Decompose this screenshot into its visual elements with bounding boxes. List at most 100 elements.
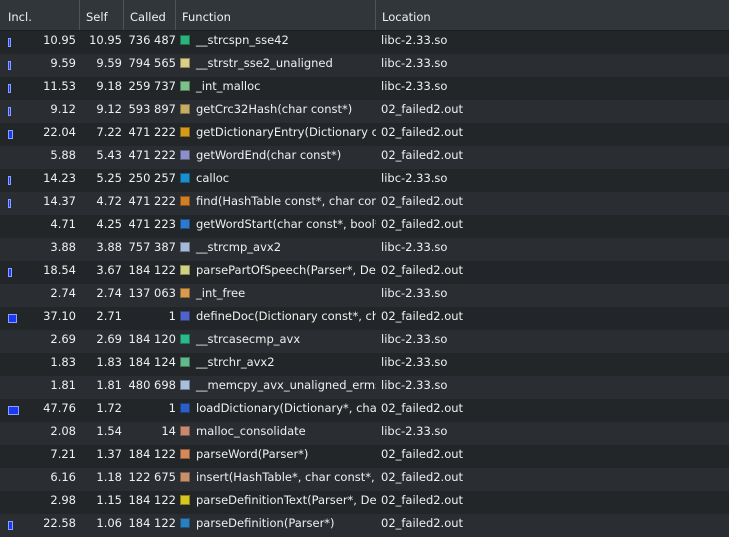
header-incl[interactable]: Incl. (0, 0, 80, 30)
location-cell: libc-2.33.so (381, 424, 448, 438)
header-self[interactable]: Self (80, 0, 124, 30)
cost-color-swatch (180, 495, 190, 505)
table-row[interactable]: 2.74 2.74 137 063 _int_free libc-2.33.so (0, 284, 729, 307)
incl-value: 22.58 (43, 516, 76, 530)
column-header: Incl. Self Called Function Location (0, 0, 729, 31)
table-row[interactable]: 4.71 4.25 471 223 getWordStart(char const*,… (0, 215, 729, 238)
cost-color-swatch (180, 58, 190, 68)
called-value: 184 122 (128, 493, 176, 507)
incl-value: 5.88 (50, 148, 76, 162)
inclusive-cost-bar (8, 314, 17, 323)
inclusive-cost-bar (8, 268, 12, 277)
self-value: 1.37 (96, 447, 122, 461)
called-value: 736 487 (128, 33, 176, 47)
incl-value: 10.95 (43, 33, 76, 47)
called-cell: 184 122 (124, 261, 177, 284)
table-row[interactable]: 2.69 2.69 184 120 __strcasecmp_avx libc-2.33… (0, 330, 729, 353)
table-row[interactable]: 14.23 5.25 250 257 calloc libc-2.33.so (0, 169, 729, 192)
table-row[interactable]: 7.21 1.37 184 122 parseWord(Parser*) 02_fail… (0, 445, 729, 468)
function-name: getWordStart(char const*, bool*) (196, 217, 376, 231)
cost-color-swatch (180, 127, 190, 137)
table-row[interactable]: 11.53 9.18 259 737 _int_malloc libc-2.33.so (0, 77, 729, 100)
self-value: 2.74 (96, 286, 122, 300)
cost-color-swatch (180, 311, 190, 321)
location-cell: 02_failed2.out (381, 470, 464, 484)
table-row[interactable]: 1.81 1.81 480 698 __memcpy_avx_unaligned_er… (0, 376, 729, 399)
self-value: 1.83 (96, 355, 122, 369)
cost-color-swatch (180, 288, 190, 298)
self-cell: 7.22 (80, 123, 124, 146)
table-row[interactable]: 18.54 3.67 184 122 parsePartOfSpeech(Parser… (0, 261, 729, 284)
table-row[interactable]: 5.88 5.43 471 222 getWordEnd(char const*) 02… (0, 146, 729, 169)
table-row[interactable]: 9.59 9.59 794 565 __strstr_sse2_unaligned li… (0, 54, 729, 77)
incl-cell: 2.98 (0, 491, 80, 514)
called-value: 471 223 (128, 217, 176, 231)
inclusive-cost-bar (8, 84, 11, 93)
function-name: loadDictionary(Dictionary*, cha… (196, 401, 376, 415)
function-name: getDictionaryEntry(Dictionary c… (196, 125, 376, 139)
called-cell: 184 122 (124, 491, 177, 514)
table-row[interactable]: 10.95 10.95 736 487 __strcspn_sse42 libc-2.3… (0, 31, 729, 54)
self-value: 9.18 (96, 79, 122, 93)
incl-cell: 1.81 (0, 376, 80, 399)
self-cell: 10.95 (80, 31, 124, 54)
self-value: 3.67 (96, 263, 122, 277)
function-name: __memcpy_avx_unaligned_erms (196, 378, 376, 392)
called-value: 471 222 (128, 194, 176, 208)
table-row[interactable]: 47.76 1.72 1 loadDictionary(Dictionary*, ch… (0, 399, 729, 422)
incl-value: 3.88 (50, 240, 76, 254)
self-value: 1.18 (96, 470, 122, 484)
called-cell: 471 222 (124, 146, 177, 169)
cost-color-swatch (180, 472, 190, 482)
table-row[interactable]: 1.83 1.83 184 124 __strchr_avx2 libc-2.33.so (0, 353, 729, 376)
cost-color-swatch (180, 196, 190, 206)
location-cell: 02_failed2.out (381, 516, 464, 530)
function-cell: __strcasecmp_avx (180, 330, 376, 353)
function-cell: __strcspn_sse42 (180, 31, 376, 54)
incl-value: 1.83 (50, 355, 76, 369)
table-row[interactable]: 14.37 4.72 471 222 find(HashTable const*, c… (0, 192, 729, 215)
location-cell: 02_failed2.out (381, 217, 464, 231)
header-location[interactable]: Location (376, 0, 729, 30)
incl-value: 22.04 (43, 125, 76, 139)
table-row[interactable]: 37.10 2.71 1 defineDoc(Dictionary const*, c… (0, 307, 729, 330)
location-cell: 02_failed2.out (381, 493, 464, 507)
self-cell: 1.54 (80, 422, 124, 445)
cost-color-swatch (180, 81, 190, 91)
called-value: 184 122 (128, 516, 176, 530)
called-cell: 736 487 (124, 31, 177, 54)
incl-value: 2.74 (50, 286, 76, 300)
function-cell: _int_free (180, 284, 376, 307)
called-value: 184 120 (128, 332, 176, 346)
location-cell: 02_failed2.out (381, 401, 464, 415)
location-cell: 02_failed2.out (381, 309, 464, 323)
self-cell: 2.69 (80, 330, 124, 353)
table-row[interactable]: 2.08 1.54 14 malloc_consolidate libc-2.33.so (0, 422, 729, 445)
table-row[interactable]: 3.88 3.88 757 387 __strcmp_avx2 libc-2.33.so (0, 238, 729, 261)
incl-cell: 47.76 (0, 399, 80, 422)
called-cell: 471 222 (124, 123, 177, 146)
table-row[interactable]: 6.16 1.18 122 675 insert(HashTable*, char c… (0, 468, 729, 491)
header-called[interactable]: Called (124, 0, 176, 30)
self-value: 1.81 (96, 378, 122, 392)
self-cell: 1.06 (80, 514, 124, 537)
table-row[interactable]: 22.58 1.06 184 122 parseDefinition(Parser*)… (0, 514, 729, 537)
called-value: 794 565 (128, 56, 176, 70)
incl-value: 9.59 (50, 56, 76, 70)
incl-cell: 5.88 (0, 146, 80, 169)
function-name: parseDefinitionText(Parser*, De… (196, 493, 376, 507)
called-cell: 757 387 (124, 238, 177, 261)
incl-cell: 10.95 (0, 31, 80, 54)
incl-value: 47.76 (43, 401, 76, 415)
function-name: getCrc32Hash(char const*) (196, 102, 353, 116)
table-row[interactable]: 9.12 9.12 593 897 getCrc32Hash(char const*)… (0, 100, 729, 123)
table-row[interactable]: 2.98 1.15 184 122 parseDefinitionText(Parse… (0, 491, 729, 514)
cost-color-swatch (180, 334, 190, 344)
inclusive-cost-bar (8, 38, 11, 47)
self-cell: 2.74 (80, 284, 124, 307)
incl-cell: 6.16 (0, 468, 80, 491)
self-cell: 1.81 (80, 376, 124, 399)
table-row[interactable]: 22.04 7.22 471 222 getDictionaryEntry(Dicti… (0, 123, 729, 146)
function-name: parseWord(Parser*) (196, 447, 309, 461)
header-function[interactable]: Function (176, 0, 376, 30)
